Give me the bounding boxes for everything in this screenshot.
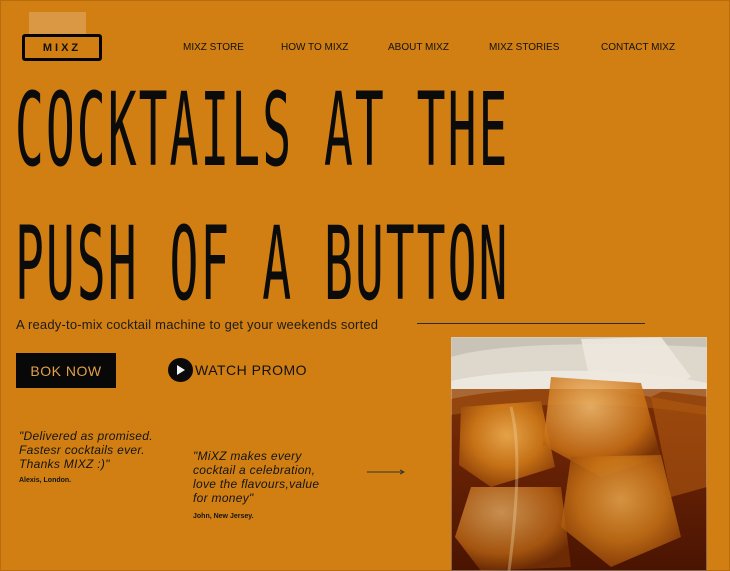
testimonial-author-1: Alexis, London.	[19, 477, 72, 484]
hero-title-line-2: PUSH OF A BUTTON	[15, 205, 510, 325]
arrow-right-icon[interactable]	[367, 469, 405, 475]
cocktail-glass-image	[451, 337, 707, 571]
nav-item-about[interactable]: ABOUT MIXZ	[388, 42, 449, 53]
hero-tagline: A ready-to-mix cocktail machine to get y…	[16, 317, 379, 332]
book-now-button[interactable]: BOK NOW	[16, 353, 116, 388]
play-icon	[168, 358, 193, 382]
cocktail-photo	[451, 337, 707, 571]
nav-item-store[interactable]: MIXZ STORE	[183, 42, 244, 53]
nav-item-contact[interactable]: CONTACT MIXZ	[601, 42, 675, 53]
testimonial-quote-2: "MiXZ makes every cocktail a celebration…	[193, 449, 320, 505]
tagline-divider	[417, 323, 645, 324]
hero-title-line-1: COCKTAILS AT THE	[15, 71, 510, 191]
main-nav: MIXZ STORE HOW TO MIXZ ABOUT MIXZ MIXZ S…	[0, 42, 730, 56]
nav-item-how-to[interactable]: HOW TO MIXZ	[281, 42, 348, 53]
logo-placeholder	[29, 12, 86, 34]
watch-promo-button[interactable]: WATCH PROMO	[168, 358, 307, 382]
watch-promo-label: WATCH PROMO	[195, 362, 308, 378]
nav-item-stories[interactable]: MIXZ STORIES	[489, 42, 559, 53]
testimonial-author-2: John, New Jersey.	[193, 513, 254, 520]
testimonial-quote-1: "Delivered as promised. Fastesr cocktail…	[19, 429, 153, 471]
